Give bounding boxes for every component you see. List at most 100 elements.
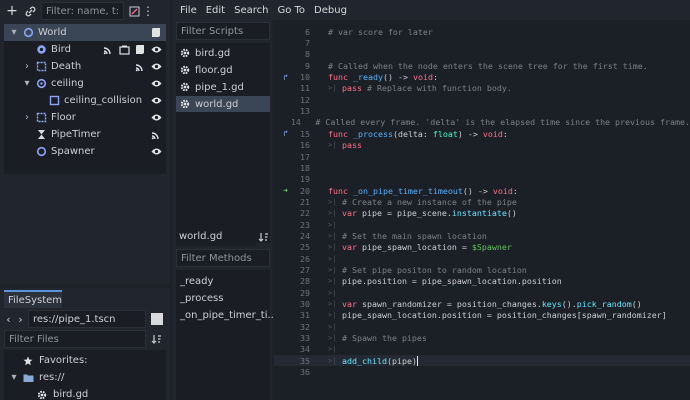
sort-scripts-icon[interactable]	[256, 232, 270, 243]
code-line[interactable]: 32 >|	[274, 321, 690, 332]
code-line[interactable]: 30 >| var spawn_randomizer = position_cha…	[274, 298, 690, 309]
code-line[interactable]: 35 >| add_child (pipe)	[274, 355, 690, 367]
script-icon[interactable]	[134, 44, 146, 56]
scene-tree-item-label: Spawner	[51, 146, 95, 157]
scene-tree-item[interactable]: PipeTimer	[4, 126, 166, 143]
filter-options-icon[interactable]	[128, 6, 140, 17]
code-line[interactable]: 13	[274, 105, 690, 116]
filesystem-path-input[interactable]	[28, 310, 146, 328]
code-token: func	[328, 185, 353, 196]
code-token: ) ->	[457, 128, 483, 139]
script-list-item[interactable]: pipe_1.gd	[176, 79, 270, 95]
code-token: void	[492, 185, 513, 196]
code-line[interactable]: 25 >| var pipe_spawn_location = $Spawner	[274, 242, 690, 253]
link-icon[interactable]	[23, 6, 37, 17]
view-mode-icon[interactable]	[151, 313, 163, 325]
code-line[interactable]: 21 >| # Create a new instance of the pipe	[274, 196, 690, 207]
code-line[interactable]: 14 # Called every frame. 'delta' is the e…	[274, 117, 690, 128]
script-icon[interactable]	[150, 27, 162, 39]
code-line[interactable]: 23 >|	[274, 219, 690, 230]
code-line[interactable]: 16 >| pass	[274, 140, 690, 151]
filesystem-item[interactable]: bird.gd	[4, 386, 166, 400]
code-token: _ready	[352, 72, 383, 83]
code-line[interactable]: 29 >|	[274, 287, 690, 298]
code-token: >|	[328, 254, 337, 263]
script-list-item[interactable]: world.gd	[176, 96, 270, 112]
filter-methods-input[interactable]	[176, 249, 270, 267]
menu-file[interactable]: File	[180, 5, 197, 16]
collapse-arrow-icon[interactable]: ›	[21, 112, 33, 124]
scene-tree-item-label: Floor	[51, 112, 76, 123]
scene-tree-item[interactable]: Bird	[4, 41, 166, 58]
filesystem-tab[interactable]: FileSystem	[4, 290, 62, 308]
scene-tree-item[interactable]: ▾ ceiling	[4, 75, 166, 92]
code-line[interactable]: 6 # var score for later	[274, 26, 690, 37]
signal-icon[interactable]	[150, 129, 162, 141]
code-line[interactable]: ➜ 20 func _on_pipe_timer_timeout() -> void…	[274, 185, 690, 196]
visibility-icon[interactable]	[150, 112, 162, 124]
code-line[interactable]: 9 # Called when the node enters the scene…	[274, 60, 690, 71]
menu-debug[interactable]: Debug	[314, 5, 347, 16]
back-icon[interactable]: ‹	[4, 313, 13, 326]
script-list-item[interactable]: floor.gd	[176, 62, 270, 78]
forward-icon[interactable]: ›	[16, 313, 25, 326]
scene-tree-item[interactable]: Spawner	[4, 143, 166, 160]
code-line[interactable]: 7	[274, 37, 690, 48]
current-script-bar: world.gd	[176, 228, 270, 246]
code-line[interactable]: 24 >| # Set the main spawn location	[274, 230, 690, 241]
scene-search-input[interactable]	[41, 2, 124, 20]
filter-files-input[interactable]	[4, 330, 146, 348]
script-list-item[interactable]: bird.gd	[176, 45, 270, 61]
scene-tree-item[interactable]: › Floor	[4, 109, 166, 126]
code-editor[interactable]: 6 # var score for later 7 8 9 # Called when t…	[274, 20, 690, 400]
method-list-item[interactable]: _ready	[176, 273, 270, 290]
code-token: var	[342, 208, 362, 219]
scene-tree-item[interactable]: ceiling_collision	[4, 92, 166, 109]
add-node-icon[interactable]: +	[5, 3, 19, 19]
code-line[interactable]: 19	[274, 174, 690, 185]
code-line[interactable]: 28 >| pipe.position = pipe_spawn_location…	[274, 276, 690, 287]
sort-icon[interactable]	[150, 334, 162, 345]
code-line[interactable]: 8	[274, 49, 690, 60]
code-line[interactable]: 33 >| # Spawn the pipes	[274, 332, 690, 343]
collapse-arrow-icon[interactable]: ›	[21, 61, 33, 73]
expand-arrow-icon[interactable]: ▾	[21, 78, 33, 90]
visibility-icon[interactable]	[150, 95, 162, 107]
code-line[interactable]: 34 >|	[274, 344, 690, 355]
signal-connection-icon[interactable]: ➜	[274, 186, 288, 195]
code-line[interactable]: 22 >| var pipe = pipe_scene. instantiate()	[274, 208, 690, 219]
more-options-icon[interactable]: ⋮	[142, 4, 154, 18]
code-line[interactable]: ↱ 15 func _process (delta: float) -> void:	[274, 128, 690, 139]
menu-search[interactable]: Search	[234, 5, 268, 16]
scene-tree-item[interactable]: › Death	[4, 58, 166, 75]
code-line[interactable]: 27 >| # Set pipe positon to random locati…	[274, 264, 690, 275]
code-line[interactable]: ↱ 10 func _ready() -> void:	[274, 71, 690, 82]
code-line[interactable]: 31 >| pipe_spawn_location.position = posi…	[274, 310, 690, 321]
visibility-icon[interactable]	[150, 61, 162, 73]
method-list-item[interactable]: _on_pipe_timer_ti...	[176, 307, 277, 324]
filesystem-item[interactable]: ▾ res://	[4, 369, 166, 386]
override-icon[interactable]: ↱	[274, 73, 288, 82]
gear-icon	[179, 64, 191, 76]
code-line[interactable]: 12	[274, 94, 690, 105]
method-list-item[interactable]: _process	[176, 290, 270, 307]
visibility-icon[interactable]	[150, 146, 162, 158]
group-icon[interactable]	[118, 44, 130, 56]
signal-icon[interactable]	[102, 44, 114, 56]
visibility-icon[interactable]	[150, 44, 162, 56]
expand-arrow-icon[interactable]: ▾	[8, 27, 20, 39]
override-icon[interactable]: ↱	[274, 129, 288, 138]
menu-go-to[interactable]: Go To	[277, 5, 305, 16]
filter-scripts-input[interactable]	[176, 22, 270, 40]
code-line[interactable]: 17	[274, 151, 690, 162]
filesystem-item[interactable]: Favorites:	[4, 352, 166, 369]
code-line[interactable]: 36	[274, 367, 690, 378]
expand-arrow-icon[interactable]: ▾	[8, 372, 20, 384]
signal-icon[interactable]	[134, 61, 146, 73]
code-line[interactable]: 26 >|	[274, 253, 690, 264]
code-line[interactable]: 11 >| pass # Replace with function body.	[274, 83, 690, 94]
visibility-icon[interactable]	[150, 78, 162, 90]
scene-tree-item[interactable]: ▾ World	[4, 24, 166, 41]
menu-edit[interactable]: Edit	[206, 5, 225, 16]
code-line[interactable]: 18	[274, 162, 690, 173]
